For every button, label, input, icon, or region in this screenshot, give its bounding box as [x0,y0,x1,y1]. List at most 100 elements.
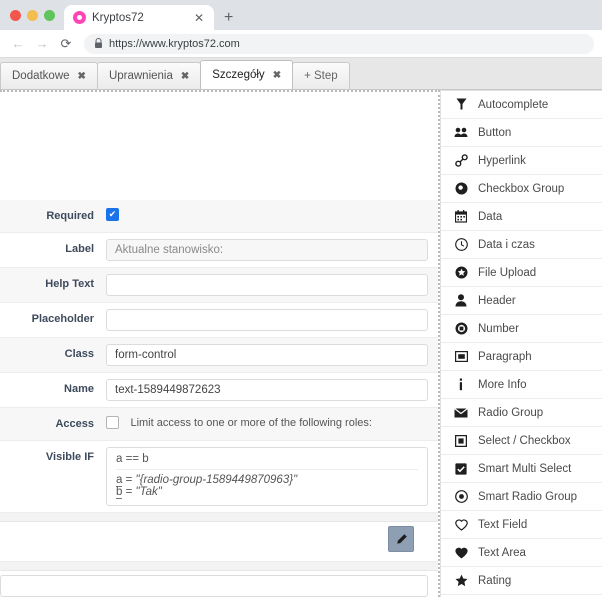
visible-if-binding-a: a = "{radio-group-1589449870963}" [116,474,418,487]
field-control [106,379,438,401]
close-icon[interactable]: ✖ [78,71,86,82]
number-icon [454,322,468,335]
variable-value: "{radio-group-1589449870963}" [135,474,298,486]
heart-filled-icon [454,547,468,559]
address-bar-url: https://www.kryptos72.com [109,37,240,50]
palette-item-autocomplete[interactable]: Autocomplete [441,91,602,119]
address-bar[interactable]: https://www.kryptos72.com [84,33,594,54]
field-control [106,206,438,224]
browser-toolbar: ← → ⟳ https://www.kryptos72.com [0,30,602,58]
palette-item-header[interactable]: Header [441,287,602,315]
tab-label: Uprawnienia [108,70,173,82]
class-input[interactable] [106,344,428,366]
field-label: Required [46,210,94,222]
lock-icon [95,38,102,48]
group-icon [454,127,468,138]
field-row-name: Name [0,373,438,408]
help-text-input[interactable] [106,274,428,296]
new-tab-button[interactable]: + [214,9,243,27]
palette-item-select-checkbox[interactable]: Select / Checkbox [441,427,602,455]
palette-item-smart-multi-select[interactable]: Smart Multi Select [441,455,602,483]
palette-item-smart-radio-group[interactable]: Smart Radio Group [441,483,602,511]
star-circle-icon [454,266,468,279]
palette-item-label: Hyperlink [478,154,526,167]
palette-item-label: File Upload [478,266,537,279]
browser-tab-strip: Kryptos72 ✕ + [0,0,602,30]
tab-label: Szczegóły [212,69,265,81]
palette-item-label: Button [478,126,512,139]
edit-pencil-button[interactable] [388,526,414,552]
palette-item-number[interactable]: Number [441,315,602,343]
palette-item-hyperlink[interactable]: Hyperlink [441,147,602,175]
browser-tab[interactable]: Kryptos72 ✕ [64,5,214,30]
field-control: a == b a = "{radio-group-1589449870963}"… [106,447,438,506]
envelope-icon [454,407,468,418]
checkbox-checked-icon [454,462,468,475]
visible-if-binding-b: b = "Tak" [116,486,418,499]
close-icon[interactable]: ✕ [192,11,206,25]
field-row-help-text: Help Text [0,268,438,303]
name-input[interactable] [106,379,428,401]
palette-item-data-i-czas[interactable]: Data i czas [441,231,602,259]
canvas-empty-area [0,92,438,200]
tab-uprawnienia[interactable]: Uprawnienia ✖ [96,62,202,89]
maximize-window-button[interactable] [44,9,55,21]
forward-icon[interactable]: → [32,34,52,54]
clock-icon [454,238,468,251]
field-label: Name [64,383,94,395]
palette-item-checkbox-group[interactable]: Checkbox Group [441,175,602,203]
limit-access-checkbox[interactable] [106,416,119,430]
palette-item-label: Checkbox Group [478,182,565,195]
palette-item-label: Data i czas [478,238,535,251]
palette-item-label: Paragraph [478,350,532,363]
back-icon[interactable]: ← [8,34,28,54]
palette-item-label: Number [478,322,519,335]
palette-item-rating[interactable]: Rating [441,567,602,595]
field-label: Label [65,243,94,255]
paragraph-icon [454,351,468,362]
palette-item-label: Rating [478,574,512,587]
palette-item-text-field[interactable]: Text Field [441,511,602,539]
label-input[interactable] [106,239,428,261]
radio-icon [454,490,468,503]
close-window-button[interactable] [10,9,21,21]
palette-item-label: Autocomplete [478,98,549,111]
placeholder-input[interactable] [106,309,428,331]
palette-item-text-area[interactable]: Text Area [441,539,602,567]
palette-item-button[interactable]: Button [441,119,602,147]
window-controls [8,0,64,30]
palette-item-label: Smart Radio Group [478,490,578,503]
extra-text-input[interactable] [0,575,428,597]
minimize-window-button[interactable] [27,9,38,21]
close-icon[interactable]: ✖ [273,70,281,81]
field-label: Visible IF [45,451,94,463]
field-label: Placeholder [31,313,94,325]
limit-access-label: Limit access to one or more of the follo… [130,416,372,429]
field-row-visible-if: Visible IF a == b a = "{radio-group-1589… [0,441,438,513]
reload-icon[interactable]: ⟳ [56,34,76,54]
editor-body: Required Label Help Text Placeholder [0,90,602,597]
palette-item-paragraph[interactable]: Paragraph [441,343,602,371]
palette-item-label: Header [478,294,516,307]
add-step-button[interactable]: + Step [292,62,350,89]
close-icon[interactable]: ✖ [181,71,189,82]
visible-if-condition: a == b [116,453,418,470]
palette-item-more-info[interactable]: More Info [441,371,602,399]
kryptos-lock-icon [73,11,86,24]
visible-if-expression[interactable]: a == b a = "{radio-group-1589449870963}"… [106,447,428,506]
field-control [106,274,438,296]
tab-szczegoly[interactable]: Szczegóły ✖ [200,60,294,89]
equals: = [122,474,136,486]
palette-item-label: Smart Multi Select [478,462,572,475]
edit-toolbar-row [0,522,438,562]
palette-item-radio-group[interactable]: Radio Group [441,399,602,427]
required-checkbox[interactable] [106,208,119,222]
section-divider [0,562,438,571]
palette-item-data[interactable]: Data [441,203,602,231]
field-control: Limit access to one or more of the follo… [106,414,438,432]
browser-window: Kryptos72 ✕ + ← → ⟳ https://www.kryptos7… [0,0,602,602]
browser-tab-title: Kryptos72 [92,11,144,24]
field-control [106,309,438,331]
tab-dodatkowe[interactable]: Dodatkowe ✖ [0,62,98,89]
palette-item-file-upload[interactable]: File Upload [441,259,602,287]
